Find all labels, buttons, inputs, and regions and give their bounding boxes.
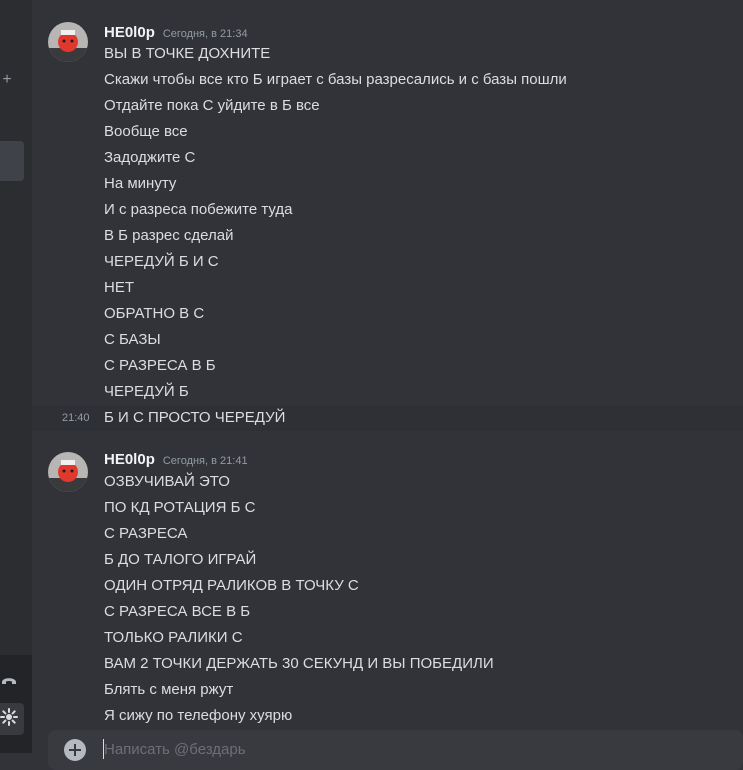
- message-text: Задоджите С: [104, 149, 196, 166]
- message-row[interactable]: И с разреса побежите туда: [32, 197, 743, 223]
- message-text: Б ДО ТАЛОГО ИГРАЙ: [104, 551, 257, 568]
- message-row-hovered[interactable]: 21:40 Б И С ПРОСТО ЧЕРЕДУЙ: [32, 405, 743, 431]
- message-row[interactable]: Отдайте пока С уйдите в Б все: [32, 93, 743, 119]
- add-attachment-icon[interactable]: [64, 739, 86, 761]
- message-text: Блять с меня ржут: [104, 681, 234, 698]
- message-text: Б И С ПРОСТО ЧЕРЕДУЙ: [104, 409, 286, 426]
- message-list: HE0l0p Сегодня, в 21:34 ВЫ В ТОЧКЕ ДОХНИ…: [32, 0, 743, 753]
- selected-channel-item[interactable]: [0, 141, 24, 181]
- message-text: На минуту: [104, 175, 177, 192]
- message-row[interactable]: На минуту: [32, 171, 743, 197]
- message-text: С РАЗРЕСА: [104, 525, 188, 542]
- message-text: ПО КД РОТАЦИЯ Б С: [104, 499, 256, 516]
- message-text: ВАМ 2 ТОЧКИ ДЕРЖАТЬ 30 СЕКУНД И ВЫ ПОБЕД…: [104, 655, 494, 672]
- message-text: Я сижу по телефону хуярю: [104, 707, 293, 724]
- message-row[interactable]: В Б разрес сделай: [32, 223, 743, 249]
- message-text: ОДИН ОТРЯД РАЛИКОВ В ТОЧКУ С: [104, 577, 359, 594]
- message-row[interactable]: Я сижу по телефону хуярю: [32, 703, 743, 729]
- message-text: С РАЗРЕСА ВСЕ В Б: [104, 603, 251, 620]
- message-row[interactable]: С РАЗРЕСА В Б: [32, 353, 743, 379]
- message-row[interactable]: ОДИН ОТРЯД РАЛИКОВ В ТОЧКУ С: [32, 573, 743, 599]
- message-row[interactable]: НЕТ: [32, 275, 743, 301]
- message-row[interactable]: С РАЗРЕСА: [32, 521, 743, 547]
- message-input[interactable]: Написать @бездарь: [104, 741, 246, 758]
- message-text: Скажи чтобы все кто Б играет с базы разр…: [104, 71, 567, 88]
- message-row[interactable]: ОБРАТНО В С: [32, 301, 743, 327]
- message-text: НЕТ: [104, 279, 134, 296]
- message-row[interactable]: ЧЕРЕДУЙ Б И С: [32, 249, 743, 275]
- message-row[interactable]: Задоджите С: [32, 145, 743, 171]
- message-text: ЧЕРЕДУЙ Б: [104, 383, 189, 400]
- message-row[interactable]: С БАЗЫ: [32, 327, 743, 353]
- message-text: Отдайте пока С уйдите в Б все: [104, 97, 320, 114]
- plus-icon[interactable]: +: [0, 70, 14, 90]
- message-row[interactable]: С РАЗРЕСА ВСЕ В Б: [32, 599, 743, 625]
- phone-icon[interactable]: [0, 672, 18, 690]
- message-row[interactable]: ТОЛЬКО РАЛИКИ С: [32, 625, 743, 651]
- message-row[interactable]: ВАМ 2 ТОЧКИ ДЕРЖАТЬ 30 СЕКУНД И ВЫ ПОБЕД…: [32, 651, 743, 677]
- message-text: Вообще все: [104, 123, 188, 140]
- message-text: ОЗВУЧИВАЙ ЭТО: [104, 473, 230, 490]
- message-text: ОБРАТНО В С: [104, 305, 205, 322]
- message-row[interactable]: ПО КД РОТАЦИЯ Б С: [32, 495, 743, 521]
- message-row[interactable]: Скажи чтобы все кто Б играет с базы разр…: [32, 67, 743, 93]
- message-text: ТОЛЬКО РАЛИКИ С: [104, 629, 243, 646]
- message-text: ВЫ В ТОЧКЕ ДОХНИТЕ: [104, 45, 271, 62]
- message-timestamp: Сегодня, в 21:41: [162, 455, 248, 467]
- message-text: ЧЕРЕДУЙ Б И С: [104, 253, 219, 270]
- gear-icon[interactable]: [0, 708, 18, 726]
- channel-sidebar: +: [0, 0, 32, 753]
- message-row[interactable]: Б ДО ТАЛОГО ИГРАЙ: [32, 547, 743, 573]
- username[interactable]: HE0l0p: [104, 24, 155, 41]
- message-timestamp: Сегодня, в 21:34: [162, 28, 248, 40]
- message-row[interactable]: ОЗВУЧИВАЙ ЭТО: [32, 469, 743, 495]
- message-text: В Б разрес сделай: [104, 227, 234, 244]
- message-row[interactable]: ВЫ В ТОЧКЕ ДОХНИТЕ: [32, 41, 743, 67]
- username[interactable]: HE0l0p: [104, 451, 155, 468]
- message-text: И с разреса побежите туда: [104, 201, 293, 218]
- message-text: С БАЗЫ: [104, 331, 161, 348]
- message-text: С РАЗРЕСА В Б: [104, 357, 216, 374]
- message-row[interactable]: Вообще все: [32, 119, 743, 145]
- message-composer[interactable]: Написать @бездарь: [48, 730, 743, 770]
- hover-timestamp: 21:40: [62, 412, 90, 424]
- message-row[interactable]: Блять с меня ржут: [32, 677, 743, 703]
- message-row[interactable]: ЧЕРЕДУЙ Б: [32, 379, 743, 405]
